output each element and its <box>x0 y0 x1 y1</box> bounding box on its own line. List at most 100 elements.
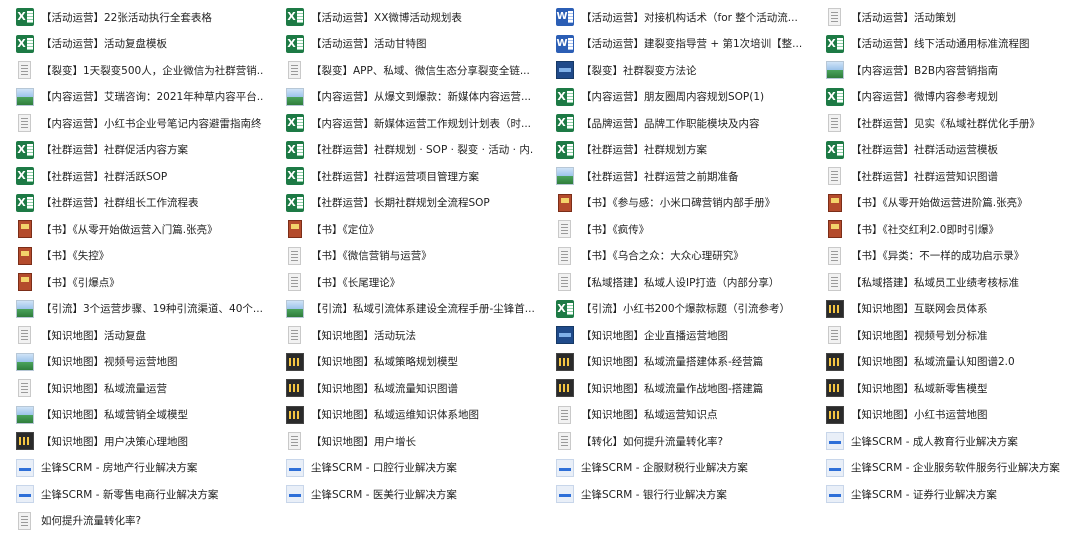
file-item[interactable]: 【社群运营】社群运营项目管理方案 <box>270 163 540 190</box>
file-name: 【知识地图】活动复盘 <box>41 329 146 342</box>
file-item[interactable]: 【知识地图】私域运营知识点 <box>540 402 810 429</box>
file-item[interactable]: 【内容运营】从爆文到爆款：新媒体内容运营... <box>270 84 540 111</box>
file-item[interactable]: 尘锋SCRM - 房地产行业解决方案 <box>0 455 270 482</box>
file-item[interactable]: 【内容运营】新媒体运营工作规划计划表（时... <box>270 110 540 137</box>
scrm-slide-icon <box>826 485 844 504</box>
file-item[interactable]: 尘锋SCRM - 成人教育行业解决方案 <box>810 428 1080 455</box>
file-item[interactable]: 【活动运营】建裂变指导营 + 第1次培训【整... <box>540 31 810 58</box>
file-item[interactable]: 【活动运营】XX微博活动规划表 <box>270 4 540 31</box>
file-item[interactable]: 【私域搭建】私域员工业绩考核标准 <box>810 269 1080 296</box>
file-item[interactable]: 【书】《失控》 <box>0 243 270 270</box>
file-item[interactable]: 尘锋SCRM - 证券行业解决方案 <box>810 481 1080 508</box>
file-item[interactable]: 【私域搭建】私域人设IP打造（内部分享） <box>540 269 810 296</box>
file-item[interactable]: 【知识地图】活动复盘 <box>0 322 270 349</box>
document-icon <box>828 246 841 265</box>
file-item[interactable]: 【内容运营】艾瑞咨询：2021年种草内容平台... <box>0 84 270 111</box>
file-item[interactable]: 【社群运营】长期社群规划全流程SOP <box>270 190 540 217</box>
file-item[interactable]: 【书】《长尾理论》 <box>270 269 540 296</box>
file-item[interactable]: 【书】《异类：不一样的成功启示录》 <box>810 243 1080 270</box>
file-item[interactable]: 【裂变】1天裂变500人，企业微信为社群营销... <box>0 57 270 84</box>
excel-icon <box>286 193 304 212</box>
file-item[interactable]: 【知识地图】小红书运营地图 <box>810 402 1080 429</box>
file-item[interactable]: 【书】《疯传》 <box>540 216 810 243</box>
file-item[interactable]: 【知识地图】私域流量知识图谱 <box>270 375 540 402</box>
file-name: 【知识地图】小红书运营地图 <box>851 409 988 422</box>
file-item[interactable]: 【书】《社交红利2.0即时引爆》 <box>810 216 1080 243</box>
file-item[interactable]: 【社群运营】社群促活内容方案 <box>0 137 270 164</box>
file-item[interactable]: 【知识地图】用户决策心理地图 <box>0 428 270 455</box>
file-item[interactable]: 【社群运营】社群活动运营模板 <box>810 137 1080 164</box>
file-item[interactable]: 【活动运营】活动策划 <box>810 4 1080 31</box>
file-item[interactable]: 【社群运营】社群组长工作流程表 <box>0 190 270 217</box>
file-name: 【书】《从零开始做运营进阶篇.张亮》 <box>851 197 1028 210</box>
file-item[interactable]: 【知识地图】私域策略规划模型 <box>270 349 540 376</box>
file-item[interactable]: 【知识地图】私域流量搭建体系-经营篇 <box>540 349 810 376</box>
file-name: 【知识地图】私域运营知识点 <box>581 409 718 422</box>
file-item[interactable]: 尘锋SCRM - 银行行业解决方案 <box>540 481 810 508</box>
image-icon <box>16 405 34 424</box>
file-item[interactable]: 【内容运营】微博内容参考规划 <box>810 84 1080 111</box>
document-icon <box>828 326 841 345</box>
file-name: 【社群运营】社群活跃SOP <box>41 170 168 183</box>
file-item[interactable]: 【社群运营】社群规划 · SOP · 裂变 · 活动 · 内... <box>270 137 540 164</box>
file-item[interactable]: 【引流】小红书200个爆款标题（引流参考） <box>540 296 810 323</box>
file-item[interactable]: 【知识地图】私域运维知识体系地图 <box>270 402 540 429</box>
file-item[interactable]: 【社群运营】社群运营知识图谱 <box>810 163 1080 190</box>
file-item[interactable]: 【社群运营】社群活跃SOP <box>0 163 270 190</box>
file-item[interactable]: 【知识地图】视频号划分标准 <box>810 322 1080 349</box>
file-item[interactable]: 【知识地图】活动玩法 <box>270 322 540 349</box>
file-item[interactable]: 【内容运营】朋友圈周内容规划SOP(1) <box>540 84 810 111</box>
file-item[interactable]: 【裂变】社群裂变方法论 <box>540 57 810 84</box>
file-name: 【引流】私域引流体系建设全流程手册-尘锋首... <box>311 303 534 316</box>
file-item[interactable]: 【书】《定位》 <box>270 216 540 243</box>
file-item[interactable]: 【书】《引爆点》 <box>0 269 270 296</box>
file-item[interactable]: 尘锋SCRM - 企业服务软件服务行业解决方案 <box>810 455 1080 482</box>
file-item[interactable]: 【书】《从零开始做运营进阶篇.张亮》 <box>810 190 1080 217</box>
file-item[interactable]: 【内容运营】B2B内容营销指南 <box>810 57 1080 84</box>
document-icon <box>18 61 31 80</box>
file-item[interactable]: 【引流】私域引流体系建设全流程手册-尘锋首... <box>270 296 540 323</box>
document-icon <box>558 273 571 292</box>
blue-image-icon <box>556 61 574 80</box>
file-name: 【知识地图】活动玩法 <box>311 329 416 342</box>
file-name: 【知识地图】私域流量知识图谱 <box>311 382 458 395</box>
file-item[interactable]: 【内容运营】小红书企业号笔记内容避雷指南终 <box>0 110 270 137</box>
file-item[interactable]: 尘锋SCRM - 口腔行业解决方案 <box>270 455 540 482</box>
file-item[interactable]: 【品牌运营】品牌工作职能模块及内容 <box>540 110 810 137</box>
file-item[interactable]: 【书】《参与感：小米口碑营销内部手册》 <box>540 190 810 217</box>
file-name: 【知识地图】视频号划分标准 <box>851 329 988 342</box>
file-item[interactable]: 【知识地图】私域流量作战地图-搭建篇 <box>540 375 810 402</box>
file-name: 【内容运营】新媒体运营工作规划计划表（时... <box>311 117 532 130</box>
file-item[interactable]: 【知识地图】互联网会员体系 <box>810 296 1080 323</box>
file-item[interactable]: 【活动运营】线下活动通用标准流程图 <box>810 31 1080 58</box>
file-item[interactable]: 【活动运营】对接机构话术（for 整个活动流... <box>540 4 810 31</box>
file-name: 【裂变】APP、私域、微信生态分享裂变全链... <box>311 64 530 77</box>
file-item[interactable]: 【裂变】APP、私域、微信生态分享裂变全链... <box>270 57 540 84</box>
file-item[interactable]: 【知识地图】私域营销全域模型 <box>0 402 270 429</box>
file-item[interactable]: 【知识地图】企业直播运营地图 <box>540 322 810 349</box>
file-item[interactable]: 尘锋SCRM - 新零售电商行业解决方案 <box>0 481 270 508</box>
file-item[interactable]: 【知识地图】私域流量运营 <box>0 375 270 402</box>
file-item[interactable]: 【知识地图】私域新零售模型 <box>810 375 1080 402</box>
file-item[interactable]: 【知识地图】用户增长 <box>270 428 540 455</box>
file-item[interactable]: 【活动运营】活动复盘模板 <box>0 31 270 58</box>
file-item[interactable]: 【知识地图】视频号运营地图 <box>0 349 270 376</box>
file-item[interactable]: 【转化】如何提升流量转化率? <box>540 428 810 455</box>
file-item[interactable]: 【活动运营】活动甘特图 <box>270 31 540 58</box>
file-item[interactable]: 【书】《从零开始做运营入门篇.张亮》 <box>0 216 270 243</box>
file-name: 【书】《定位》 <box>311 223 380 236</box>
excel-icon <box>826 140 844 159</box>
file-item[interactable]: 【知识地图】私域流量认知图谱2.0 <box>810 349 1080 376</box>
file-item[interactable]: 如何提升流量转化率? <box>0 508 270 535</box>
file-item[interactable]: 【引流】3个运营步骤、19种引流渠道、40个... <box>0 296 270 323</box>
file-name: 【知识地图】私域流量认知图谱2.0 <box>851 356 1015 369</box>
file-item[interactable]: 【社群运营】社群运营之前期准备 <box>540 163 810 190</box>
file-item[interactable]: 【社群运营】社群规划方案 <box>540 137 810 164</box>
file-item[interactable]: 尘锋SCRM - 企服财税行业解决方案 <box>540 455 810 482</box>
file-item[interactable]: 【社群运营】见实《私域社群优化手册》 <box>810 110 1080 137</box>
file-item[interactable]: 【活动运营】22张活动执行全套表格 <box>0 4 270 31</box>
file-name: 【知识地图】互联网会员体系 <box>851 303 988 316</box>
file-item[interactable]: 【书】《微信营销与运营》 <box>270 243 540 270</box>
file-item[interactable]: 尘锋SCRM - 医美行业解决方案 <box>270 481 540 508</box>
file-item[interactable]: 【书】《乌合之众：大众心理研究》 <box>540 243 810 270</box>
